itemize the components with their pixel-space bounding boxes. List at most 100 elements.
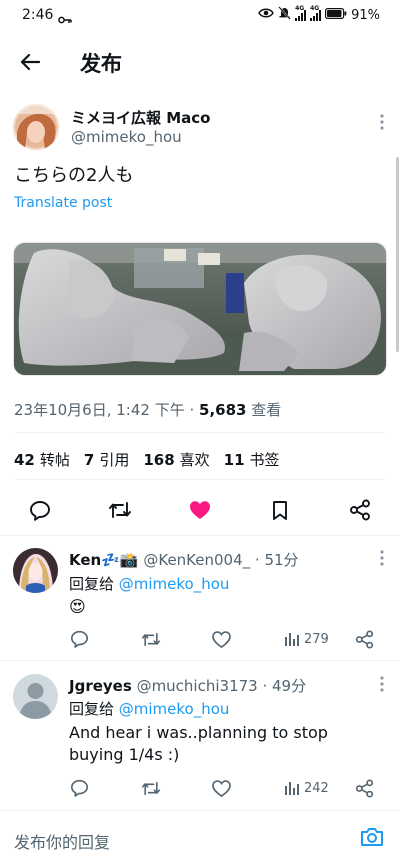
more-options-button[interactable] [380, 114, 384, 134]
avatar[interactable] [13, 548, 58, 593]
bookmark-icon [273, 500, 287, 520]
status-bar: 2:46 4G 4G 91% [0, 0, 400, 32]
key-icon [58, 9, 72, 28]
status-icons: 4G 4G 91% [258, 5, 380, 24]
repost-icon [141, 632, 161, 646]
share-icon [355, 778, 374, 798]
stat-likes[interactable]: 168 喜欢 [143, 449, 209, 470]
vertical-dots-icon [380, 550, 384, 566]
reply-to-prefix: 回复给 [69, 575, 119, 593]
views-button[interactable]: 279 [284, 627, 329, 651]
share-button[interactable] [355, 776, 374, 800]
reply-text: 😍 [69, 597, 86, 616]
reply-author-handle[interactable]: @muchichi3173 [137, 677, 258, 695]
camera-icon [361, 828, 383, 846]
reply-actions: 279 [0, 627, 400, 651]
post-image[interactable] [13, 242, 387, 376]
reply-to-prefix: 回复给 [69, 700, 119, 718]
network-type-1: 4G [295, 5, 305, 12]
reply-to-mention[interactable]: @mimeko_hou [119, 700, 230, 718]
stat-label: 转帖 [39, 451, 70, 469]
stat-label: 喜欢 [179, 451, 210, 469]
stat-bookmarks[interactable]: 11 书签 [224, 449, 280, 470]
signal-icon-2: 4G [310, 5, 322, 21]
divider [14, 432, 386, 433]
vertical-dots-icon [380, 114, 384, 130]
more-options-button[interactable] [380, 676, 384, 696]
scrollbar[interactable] [396, 157, 399, 352]
signal-icon: 4G [295, 5, 307, 21]
divider [14, 479, 386, 480]
reply-header: Ken💤📸 @KenKen004_ · 51分 [69, 549, 299, 570]
stat-count: 168 [143, 451, 175, 469]
repost-icon [109, 502, 131, 518]
mute-bell-icon [278, 6, 291, 24]
share-button[interactable] [345, 495, 375, 525]
arrow-left-icon [20, 53, 40, 71]
views-count: 279 [304, 631, 329, 647]
top-bar: 发布 [0, 32, 400, 92]
bookmark-button[interactable] [265, 495, 295, 525]
post-stats: 42 转帖 7 引用 168 喜欢 11 书签 [14, 449, 280, 470]
avatar[interactable] [13, 674, 58, 719]
reply-to-mention[interactable]: @mimeko_hou [119, 575, 230, 593]
page-title: 发布 [80, 52, 122, 76]
share-button[interactable] [355, 627, 374, 651]
author-handle[interactable]: @mimeko_hou [71, 128, 182, 146]
status-time: 2:46 [22, 7, 54, 23]
views-button[interactable]: 242 [284, 776, 329, 800]
reply-button[interactable] [70, 776, 89, 800]
stat-label: 引用 [99, 451, 130, 469]
more-options-button[interactable] [380, 550, 384, 570]
reply-composer: 发布你的回复 [0, 810, 400, 866]
reply-input[interactable]: 发布你的回复 [14, 829, 110, 853]
reply-item[interactable]: Ken💤📸 @KenKen004_ · 51分 回复给 @mimeko_hou … [0, 536, 400, 660]
reply-author-handle[interactable]: @KenKen004_ [143, 551, 250, 569]
reply-time: · 49分 [257, 677, 307, 695]
stat-count: 7 [83, 451, 95, 469]
reply-time: · 51分 [250, 551, 299, 569]
repost-button[interactable] [141, 627, 161, 651]
comment-icon [70, 630, 89, 648]
heart-icon [212, 630, 231, 648]
like-button[interactable] [212, 627, 231, 651]
reply-to-line: 回复给 @mimeko_hou [69, 698, 229, 719]
back-button[interactable] [14, 46, 46, 78]
reply-actions: 242 [0, 776, 400, 800]
eye-icon [258, 7, 274, 23]
battery-icon [325, 7, 347, 23]
heart-filled-icon [190, 501, 210, 519]
like-button[interactable] [212, 776, 231, 800]
share-icon [350, 499, 370, 521]
analytics-icon [285, 633, 299, 646]
post-text: こちらの2人も [14, 165, 134, 186]
views-label: 查看 [246, 401, 282, 419]
reply-header: Jgreyes @muchichi3173 · 49分 [69, 675, 306, 696]
comment-icon [30, 500, 50, 521]
post-timestamp: 23年10月6日, 1:42 下午 · [14, 401, 200, 419]
repost-button[interactable] [141, 776, 161, 800]
stat-quotes[interactable]: 7 引用 [84, 449, 129, 470]
stat-count: 11 [223, 451, 245, 469]
translate-link[interactable]: Translate post [14, 195, 112, 211]
camera-button[interactable] [360, 826, 384, 852]
reply-button[interactable] [25, 495, 55, 525]
author-display-name[interactable]: ミメヨイ広報 Maco [71, 107, 210, 128]
views-count: 5,683 [199, 401, 247, 419]
stat-reposts[interactable]: 42 转帖 [14, 449, 70, 470]
reply-author-name[interactable]: Jgreyes [69, 677, 132, 695]
reply-author-name[interactable]: Ken💤📸 [69, 551, 139, 569]
heart-icon [212, 779, 231, 797]
reply-to-line: 回复给 @mimeko_hou [69, 573, 229, 594]
avatar[interactable] [13, 104, 59, 150]
reply-item[interactable]: Jgreyes @muchichi3173 · 49分 回复给 @mimeko_… [0, 661, 400, 809]
views-count: 242 [304, 780, 329, 796]
repost-icon [141, 781, 161, 795]
reply-button[interactable] [70, 627, 89, 651]
vertical-dots-icon [380, 676, 384, 692]
like-button[interactable] [185, 495, 215, 525]
stat-label: 书签 [249, 451, 280, 469]
post-actions [0, 495, 400, 525]
battery-percent: 91% [351, 7, 380, 23]
repost-button[interactable] [105, 495, 135, 525]
